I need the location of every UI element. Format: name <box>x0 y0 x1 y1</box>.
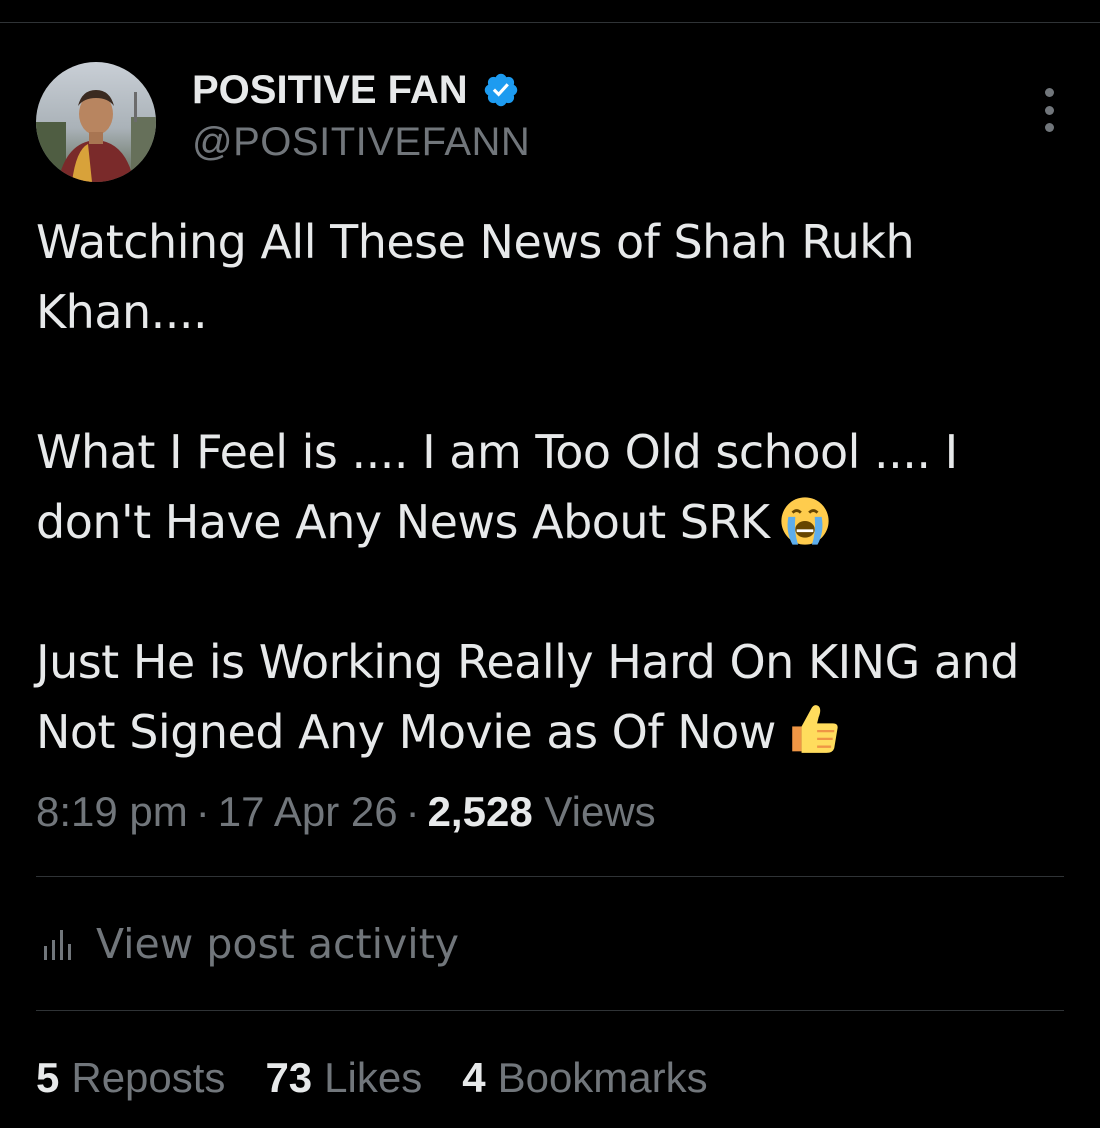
tweet-paragraph: Just He is Working Really Hard On KING a… <box>36 635 1019 759</box>
view-post-activity-link[interactable]: View post activity <box>40 920 459 968</box>
bookmarks-count: 4 <box>462 1054 486 1101</box>
avatar[interactable] <box>36 62 156 182</box>
verified-badge-icon[interactable] <box>482 71 520 109</box>
divider <box>36 1010 1064 1011</box>
tweet-date[interactable]: 17 Apr 26 <box>218 788 398 835</box>
bookmarks-label: Bookmarks <box>497 1054 708 1101</box>
top-divider <box>0 22 1100 23</box>
more-options-button[interactable] <box>1034 88 1064 132</box>
reposts-count: 5 <box>36 1054 60 1101</box>
likes-stat[interactable]: 73 Likes <box>265 1054 422 1102</box>
engagement-stats: 5 Reposts 73 Likes 4 Bookmarks <box>36 1054 748 1102</box>
meta-separator: · <box>405 788 420 835</box>
display-name-row: POSITIVE FAN <box>192 66 530 114</box>
bookmarks-stat[interactable]: 4 Bookmarks <box>462 1054 707 1102</box>
display-name[interactable]: POSITIVE FAN <box>192 68 468 113</box>
avatar-image <box>36 62 156 182</box>
tweet-meta: 8:19 pm · 17 Apr 26 · 2,528 Views <box>36 788 656 836</box>
reposts-label: Reposts <box>71 1054 226 1101</box>
tweet-paragraph: What I Feel is .... I am Too Old school … <box>36 425 958 549</box>
tweet-paragraph: Watching All These News of Shah Rukh Kha… <box>36 215 915 339</box>
tweet-header: POSITIVE FAN @POSITIVEFANN <box>36 62 1064 182</box>
likes-count: 73 <box>265 1054 313 1101</box>
meta-separator: · <box>195 788 210 835</box>
divider <box>36 876 1064 877</box>
more-dot-icon <box>1044 123 1054 132</box>
reposts-stat[interactable]: 5 Reposts <box>36 1054 225 1102</box>
likes-label: Likes <box>324 1054 423 1101</box>
views-label: Views <box>544 788 656 835</box>
loudly-crying-face-icon <box>780 497 829 545</box>
more-dot-icon <box>1044 88 1054 97</box>
thumbs-up-icon <box>792 705 838 753</box>
more-dot-icon <box>1044 105 1054 115</box>
tweet-text: Watching All These News of Shah Rukh Kha… <box>36 207 1076 767</box>
author-handle[interactable]: @POSITIVEFANN <box>192 120 530 165</box>
author-names: POSITIVE FAN @POSITIVEFANN <box>192 66 530 165</box>
views-count: 2,528 <box>427 788 533 835</box>
bar-chart-icon <box>44 930 71 960</box>
view-post-activity-label: View post activity <box>96 920 460 968</box>
tweet-time[interactable]: 8:19 pm <box>36 788 188 835</box>
